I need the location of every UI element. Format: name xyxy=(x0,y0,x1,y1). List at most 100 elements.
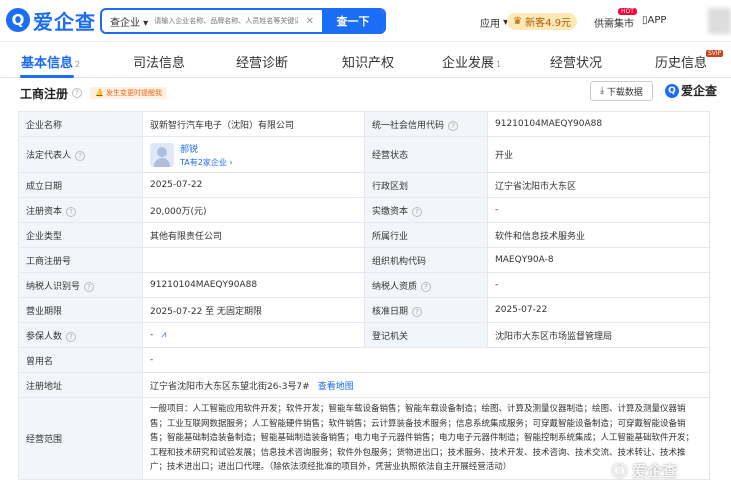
section-title: 工商注册 xyxy=(20,86,69,101)
legal-rep-companies-link[interactable]: TA有2家企业 › xyxy=(180,157,233,168)
tab-bar: 基本信息 2 司法信息 经营诊断 知识产权 企业发展 1 经营状况 历史信息 xyxy=(0,46,731,78)
label-former-name: 曾用名 xyxy=(18,347,143,373)
label-legal-rep: 法定代表人? xyxy=(18,136,143,173)
svip-badge: SVIP xyxy=(706,50,724,57)
tab-enterprise-development[interactable]: 企业发展 1 xyxy=(442,52,501,71)
value-authority: 沈阳市大东区市场监督管理局 xyxy=(487,322,710,348)
brand-logo: Q 爱企查 xyxy=(665,82,717,99)
table-row: 企业类型 其他有限责任公司 所属行业 软件和信息技术服务业 xyxy=(18,222,710,248)
table-row: 经营范围 一般项目：人工智能应用软件开发；软件开发；智能车载设备销售；智能车载设… xyxy=(18,397,710,480)
label-insured: 参保人数? xyxy=(18,322,143,348)
label-type: 企业类型 xyxy=(18,222,143,248)
table-row: 注册地址 辽宁省沈阳市大东区东望北街26-3号7# 查看地图 xyxy=(18,372,710,398)
label-address: 注册地址 xyxy=(18,372,143,398)
section-header: 工商注册 ? 🔔 发生变更时提醒我 xyxy=(20,85,167,101)
label-term: 营业期限 xyxy=(18,297,143,323)
legal-rep-name-link[interactable]: 郝锐 xyxy=(180,142,233,155)
legal-rep-avatar[interactable] xyxy=(150,142,174,167)
table-row: 注册资本? 20,000万(元) 实缴资本? - xyxy=(18,197,710,223)
tab-intellectual-property[interactable]: 知识产权 xyxy=(342,52,394,71)
logo-icon: Q xyxy=(665,83,679,98)
tab-business-diagnosis[interactable]: 经营诊断 xyxy=(236,52,288,71)
table-row: 营业期限 2025-07-22 至 无固定期限 核准日期? 2025-07-22 xyxy=(18,297,710,323)
label-authority: 登记机关 xyxy=(364,322,488,348)
label-reg-no: 工商注册号 xyxy=(18,247,143,273)
help-icon[interactable]: ? xyxy=(66,206,77,217)
value-former-name: - xyxy=(142,347,710,373)
brand-text: 爱企查 xyxy=(681,84,718,98)
value-address: 辽宁省沈阳市大东区东望北街26-3号7# 查看地图 xyxy=(142,372,710,398)
top-bar: Q 爱企查 查企业 ▾ ✕ 查一下 应用 ▾ ♛ 新客4.9元 HOT 供需集市… xyxy=(0,0,731,42)
value-taxpayer: - xyxy=(487,272,710,298)
change-remind-button[interactable]: 🔔 发生变更时提醒我 xyxy=(90,87,167,99)
value-type: 其他有限责任公司 xyxy=(142,222,365,248)
nav-app[interactable]: 应用 ▾ xyxy=(480,15,508,30)
trend-chart-icon[interactable]: ⩘ xyxy=(161,330,166,340)
table-row: 工商注册号 组织机构代码 MAEQY90A-8 xyxy=(18,247,710,273)
value-capital: 20,000万(元) xyxy=(142,197,365,223)
logo-text: 爱企查 xyxy=(33,9,96,34)
value-reg-no xyxy=(142,247,365,273)
nav-supply-market[interactable]: 供需集市 xyxy=(594,15,634,30)
watermark: ⓘ 爱企查 xyxy=(612,462,678,480)
table-row: 纳税人识别号? 91210104MAEQY90A88 纳税人资质? - xyxy=(18,272,710,298)
help-icon[interactable]: ? xyxy=(75,151,86,161)
value-credit-code: 91210104MAEQY90A88 xyxy=(487,111,710,137)
value-founded: 2025-07-22 xyxy=(142,172,365,198)
table-row: 企业名称 驭新智行汽车电子（沈阳）有限公司 统一社会信用代码? 91210104… xyxy=(18,111,710,137)
vip-button[interactable]: ♛ 新客4.9元 xyxy=(507,13,578,30)
help-icon[interactable]: ? xyxy=(412,206,423,217)
value-paid-capital: - xyxy=(487,197,710,223)
business-registration-table: 企业名称 驭新智行汽车电子（沈阳）有限公司 统一社会信用代码? 91210104… xyxy=(18,111,710,480)
label-approval: 核准日期? xyxy=(364,297,488,323)
user-avatar[interactable] xyxy=(708,8,731,34)
search-bar: 查企业 ▾ ✕ 查一下 xyxy=(100,8,386,34)
help-icon[interactable]: ? xyxy=(412,306,423,317)
logo[interactable]: Q 爱企查 xyxy=(6,6,96,34)
tab-operating-status[interactable]: 经营状况 xyxy=(550,52,602,71)
value-industry: 软件和信息技术服务业 xyxy=(487,222,710,248)
label-tax-id: 纳税人识别号? xyxy=(18,272,143,298)
table-row: 法定代表人? 郝锐 TA有2家企业 › 经营状态 开业 xyxy=(18,136,710,173)
tab-history-info[interactable]: 历史信息 xyxy=(655,52,707,71)
value-status: 开业 xyxy=(487,136,710,173)
download-data-button[interactable]: ⤓ 下载数据 xyxy=(590,81,653,101)
tab-judicial-info[interactable]: 司法信息 xyxy=(133,52,185,71)
label-industry: 所属行业 xyxy=(364,222,488,248)
label-district: 行政区划 xyxy=(364,172,488,198)
label-org-code: 组织机构代码 xyxy=(364,247,488,273)
value-org-code: MAEQY90A-8 xyxy=(487,247,710,273)
label-capital: 注册资本? xyxy=(18,197,143,223)
active-tab-indicator xyxy=(20,75,74,78)
logo-icon: Q xyxy=(6,8,30,32)
value-district: 辽宁省沈阳市大东区 xyxy=(487,172,710,198)
search-scope-dropdown[interactable]: 查企业 ▾ xyxy=(102,14,154,29)
search-button[interactable]: 查一下 xyxy=(322,10,384,32)
hot-badge: HOT xyxy=(618,8,637,15)
label-status: 经营状态 xyxy=(364,136,488,173)
table-row: 曾用名 - xyxy=(18,347,710,373)
help-icon[interactable]: ? xyxy=(421,281,432,292)
value-legal-rep: 郝锐 TA有2家企业 › xyxy=(142,136,365,173)
label-founded: 成立日期 xyxy=(18,172,143,198)
value-company-name: 驭新智行汽车电子（沈阳）有限公司 xyxy=(142,111,365,137)
label-scope: 经营范围 xyxy=(18,397,143,480)
search-input[interactable] xyxy=(154,17,298,25)
view-map-link[interactable]: 查看地图 xyxy=(318,382,354,392)
value-term: 2025-07-22 至 无固定期限 xyxy=(142,297,365,323)
value-tax-id: 91210104MAEQY90A88 xyxy=(142,272,365,298)
help-icon[interactable]: ? xyxy=(448,120,459,131)
label-paid-capital: 实缴资本? xyxy=(364,197,488,223)
crown-icon: ♛ xyxy=(513,16,526,27)
nav-download-app[interactable]: ▯ APP xyxy=(642,15,666,26)
help-icon[interactable]: ? xyxy=(72,88,83,98)
help-icon[interactable]: ? xyxy=(84,281,95,292)
label-company-name: 企业名称 xyxy=(18,111,143,137)
label-taxpayer: 纳税人资质? xyxy=(364,272,488,298)
help-icon[interactable]: ? xyxy=(66,331,77,342)
table-row: 成立日期 2025-07-22 行政区划 辽宁省沈阳市大东区 xyxy=(18,172,710,198)
clear-icon[interactable]: ✕ xyxy=(298,16,322,27)
tab-basic-info[interactable]: 基本信息 2 xyxy=(21,52,80,71)
download-icon: ⤓ xyxy=(600,86,607,96)
label-credit-code: 统一社会信用代码? xyxy=(364,111,488,137)
